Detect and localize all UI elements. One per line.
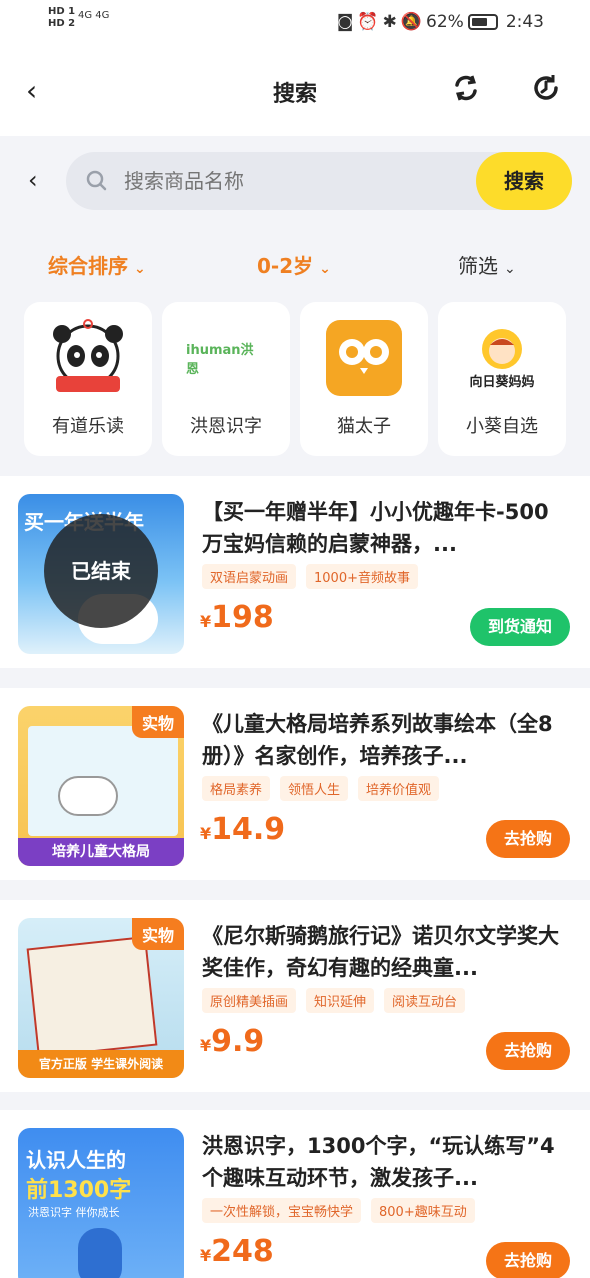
youdao-logo [48,318,128,398]
product-tag: 800+趣味互动 [371,1198,475,1223]
title-bar: ‹ 搜索 [0,44,590,136]
product-title: 《儿童大格局培养系列故事绘本（全8册）》名家创作，培养孩子... [202,712,553,768]
status-bar: HD 1 HD 2 4G 4G ◙ ⏰ ✱ 🔕 62% 2:43 [0,0,590,44]
product-tag: 知识延伸 [306,988,375,1013]
buy-button[interactable]: 去抢购 [485,820,570,858]
nfc-icon: ◙ [336,12,354,32]
product-card[interactable]: 买一年送半年 已结束 【买一年赠半年】小小优趣年卡-500万宝妈信赖的启蒙神器，… [0,476,590,668]
sim-indicator: HD 1 HD 2 [48,6,76,29]
search-row: ‹ 搜索 [0,150,590,214]
brand-card-xiaokui[interactable]: 向日葵妈妈 小葵自选 [438,302,566,456]
buy-button[interactable]: 去抢购 [485,1242,570,1278]
clock: 2:43 [505,12,544,32]
search-button[interactable]: 搜索 [476,152,572,210]
brand-card-youdao[interactable]: 有道乐读 [24,302,152,456]
sort-filter[interactable]: 综合排序 ⌄ [48,250,146,279]
product-price: ¥248 [200,1234,274,1269]
product-tags: 一次性解锁，宝宝畅快学 800+趣味互动 [202,1198,475,1223]
product-tag: 原创精美插画 [202,988,297,1013]
ended-overlay: 已结束 [44,514,158,628]
history-icon[interactable] [530,72,562,108]
notify-button[interactable]: 到货通知 [469,608,570,646]
brand-name: 猫太子 [337,416,391,437]
search-icon [86,170,108,196]
product-tag: 领悟人生 [280,776,349,801]
product-title: 《尼尔斯骑鹅旅行记》诺贝尔文学奖大奖佳作，奇幻有趣的经典童... [202,924,559,980]
product-tag: 阅读互动台 [384,988,466,1013]
filter-bar: 综合排序 ⌄ 0-2岁 ⌄ 筛选 ⌄ [0,250,590,280]
chevron-down-icon: ⌄ [134,261,146,277]
search-input[interactable] [124,169,464,193]
brand-name: 小葵自选 [466,416,538,437]
product-card[interactable]: 认识人生的 前1300字 洪恩识字 伴你成长 洪恩识字，1300个字，“玩认练写… [0,1110,590,1278]
buy-button[interactable]: 去抢购 [485,1032,570,1070]
chevron-down-icon: ⌄ [319,261,331,277]
brand-card-ihuman[interactable]: ihuman洪恩 洪恩识字 [162,302,290,456]
product-price: ¥14.9 [200,812,286,847]
alarm-icon: ⏰ [357,12,379,32]
product-image: 认识人生的 前1300字 洪恩识字 伴你成长 [18,1128,184,1278]
product-image: 实物 培养儿童大格局 [18,706,184,866]
brand-name: 有道乐读 [52,416,124,437]
network-indicator: 4G 4G [78,10,110,21]
product-price: ¥198 [200,600,274,635]
page-title: 搜索 [272,82,317,107]
product-tags: 原创精美插画 知识延伸 阅读互动台 [202,988,466,1013]
ihuman-logo: ihuman洪恩 [186,343,254,377]
product-price: ¥9.9 [200,1024,265,1059]
product-banner: 官方正版 学生课外阅读 [18,1050,184,1078]
mute-icon: 🔕 [400,12,423,32]
product-title: 【买一年赠半年】小小优趣年卡-500万宝妈信赖的启蒙神器，... [202,500,549,556]
product-tag: 一次性解锁，宝宝畅快学 [202,1198,362,1223]
refresh-icon[interactable] [450,72,482,108]
brand-list: 有道乐读 ihuman洪恩 洪恩识字 猫太子 向日葵妈妈 小葵自选 [24,302,568,456]
age-filter[interactable]: 0-2岁 ⌄ [257,250,331,279]
bluetooth-icon: ✱ [382,12,397,32]
brand-name: 洪恩识字 [190,416,262,437]
product-card[interactable]: 实物 培养儿童大格局 《儿童大格局培养系列故事绘本（全8册）》名家创作，培养孩子… [0,688,590,880]
physical-badge: 实物 [131,706,184,738]
search-back-icon[interactable]: ‹ [28,166,38,194]
chevron-down-icon: ⌄ [504,261,516,277]
battery-percent: 62% [426,12,464,32]
product-title: 洪恩识字，1300个字，“玩认练写”4个趣味互动环节，激发孩子... [202,1134,555,1190]
product-banner: 培养儿童大格局 [18,838,184,866]
brand-card-maotaizi[interactable]: 猫太子 [300,302,428,456]
screen-filter[interactable]: 筛选 ⌄ [458,250,516,279]
product-tag: 培养价值观 [358,776,440,801]
product-tag: 格局素养 [202,776,271,801]
xiaokui-logo: 向日葵妈妈 [462,318,542,398]
product-tag: 1000+音频故事 [306,564,418,589]
product-tags: 双语启蒙动画 1000+音频故事 [202,564,418,589]
product-image: 买一年送半年 已结束 [18,494,184,654]
search-box[interactable]: 搜索 [66,152,572,210]
product-card[interactable]: 实物 官方正版 学生课外阅读 《尼尔斯骑鹅旅行记》诺贝尔文学奖大奖佳作，奇幻有趣… [0,900,590,1092]
maotaizi-logo [324,318,404,398]
battery-icon [467,14,498,30]
product-image: 实物 官方正版 学生课外阅读 [18,918,184,1078]
product-tag: 双语启蒙动画 [202,564,297,589]
product-tags: 格局素养 领悟人生 培养价值观 [202,776,440,801]
physical-badge: 实物 [131,918,184,950]
